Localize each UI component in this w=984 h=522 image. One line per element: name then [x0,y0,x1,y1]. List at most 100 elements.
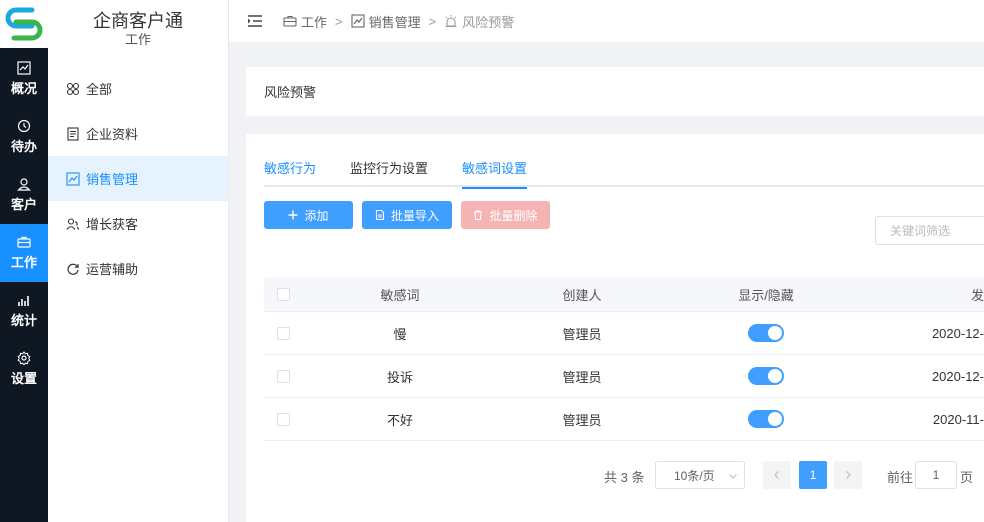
visibility-toggle[interactable] [748,324,784,342]
grid-icon [66,82,80,95]
rail-item-label: 统计 [10,313,37,328]
sidebar-item-all[interactable]: 全部 [48,66,228,111]
main-card: 敏感行为 监控行为设置 敏感词设置 添加 批量导入 批量删除 敏感词 创建人 显… [246,134,984,522]
page-suffix: 页 [960,470,974,485]
table-row: 投诉 管理员 2020-12- [264,355,984,398]
briefcase-icon [17,236,31,248]
row-creator: 管理员 [562,412,602,428]
refresh-icon [67,263,79,275]
sidebar-item-sales-management[interactable]: 销售管理 [48,156,228,201]
clock-icon [17,119,31,133]
header-date: 发 [970,287,984,303]
sidebar-item-label: 销售管理 [86,172,139,187]
menu-toggle-icon[interactable] [247,13,263,29]
next-page-button[interactable] [834,461,862,489]
batch-import-label: 批量导入 [390,208,439,223]
pagination: 共 3 条 10条/页 1 前往 页 [246,461,984,489]
sidebar-item-label: 增长获客 [86,217,139,232]
chart-icon [66,171,80,186]
table-row: 慢 管理员 2020-12- [264,312,984,355]
header-word: 敏感词 [380,287,420,303]
sidebar-item-growth[interactable]: 增长获客 [48,201,228,246]
rail-item-settings[interactable]: 设置 [0,340,48,398]
row-creator: 管理员 [562,369,602,385]
sidebar-item-company-info[interactable]: 企业资料 [48,111,228,156]
breadcrumb-item-sales[interactable]: 销售管理 [369,12,421,31]
batch-import-button[interactable]: 批量导入 [362,201,452,229]
goto-page-input[interactable] [915,461,957,489]
row-checkbox[interactable] [276,326,290,340]
breadcrumb-item-work[interactable]: 工作 [301,12,327,31]
table-row: 不好 管理员 2020-11- [264,398,984,441]
add-button-label: 添加 [304,208,329,223]
pagination-total: 共 3 条 [604,470,645,485]
row-date: 2020-11- [932,411,984,427]
chart-icon [351,14,365,28]
batch-delete-button[interactable]: 批量删除 [461,201,550,229]
add-button[interactable]: 添加 [264,201,353,229]
app-title: 企商客户通 [93,11,183,31]
rail-item-todo[interactable]: 待办 [0,108,48,166]
rail-item-overview[interactable]: 概况 [0,50,48,108]
chevron-left-icon [774,471,779,479]
sidebar-header: 企商客户通 工作 [48,0,228,48]
goto-label: 前往 [887,470,914,485]
breadcrumb: 工作 > 销售管理 > 风险预警 [283,12,514,31]
plus-icon [288,210,298,220]
header-show: 显示/隐藏 [738,287,794,303]
top-header: 工作 > 销售管理 > 风险预警 [229,0,984,42]
rail-item-label: 客户 [10,197,37,212]
row-checkbox[interactable] [276,412,290,426]
sensitive-words-table: 敏感词 创建人 显示/隐藏 发 慢 管理员 2020-12- 投诉 管理员 20… [264,277,984,441]
row-word: 慢 [393,326,407,342]
sidebar-section-title: 工作 [124,32,151,47]
chart-line-icon [17,61,31,75]
header-creator: 创建人 [562,287,602,303]
logo-icon [5,7,43,41]
rail-item-label: 待办 [10,139,37,154]
tab-sensitive-words[interactable]: 敏感词设置 [462,160,528,189]
rail-item-label: 概况 [10,81,37,96]
sidebar-item-label: 企业资料 [86,127,139,142]
visibility-toggle[interactable] [748,367,784,385]
tab-bar: 敏感行为 监控行为设置 敏感词设置 [264,160,984,189]
keyword-filter-input[interactable] [875,216,984,245]
page-size-select[interactable]: 10条/页 [655,461,745,489]
sidebar-item-label: 运营辅助 [86,262,139,277]
users-icon [66,217,80,230]
row-word: 投诉 [386,369,413,385]
sidebar-item-label: 全部 [86,82,113,97]
gear-icon [17,351,31,365]
select-all-checkbox[interactable] [276,287,290,301]
batch-delete-label: 批量删除 [489,208,538,223]
rail-item-customer[interactable]: 客户 [0,166,48,224]
page-title-card: 风险预警 [246,67,984,116]
page-size-value: 10条/页 [674,468,715,483]
app-logo[interactable] [0,0,48,48]
breadcrumb-separator: > [335,13,343,29]
tab-sensitive-behavior[interactable]: 敏感行为 [264,160,316,187]
row-checkbox[interactable] [276,369,290,383]
prev-page-button[interactable] [763,461,791,489]
visibility-toggle[interactable] [748,410,784,428]
user-icon [17,178,31,191]
secondary-sidebar: 企商客户通 工作 全部 企业资料 销售管理 增长获客 运营辅助 [48,0,229,522]
briefcase-icon [283,15,297,27]
tab-monitor-settings[interactable]: 监控行为设置 [350,160,428,187]
page-title: 风险预警 [264,85,317,100]
trash-icon [474,210,483,220]
rail-item-stats[interactable]: 统计 [0,282,48,340]
file-icon [375,210,385,220]
main-rail: 概况 待办 客户 工作 统计 设置 [0,0,48,522]
alarm-light-icon [445,15,457,28]
row-word: 不好 [386,412,413,428]
row-creator: 管理员 [562,326,602,342]
rail-item-work[interactable]: 工作 [0,224,48,282]
breadcrumb-item-current: 风险预警 [462,14,515,30]
bar-chart-icon [18,296,29,306]
sidebar-item-operations[interactable]: 运营辅助 [48,246,228,291]
chevron-down-icon [729,474,737,479]
page-number-current[interactable]: 1 [799,461,827,489]
row-date: 2020-12- [931,325,984,341]
document-icon [67,126,79,141]
